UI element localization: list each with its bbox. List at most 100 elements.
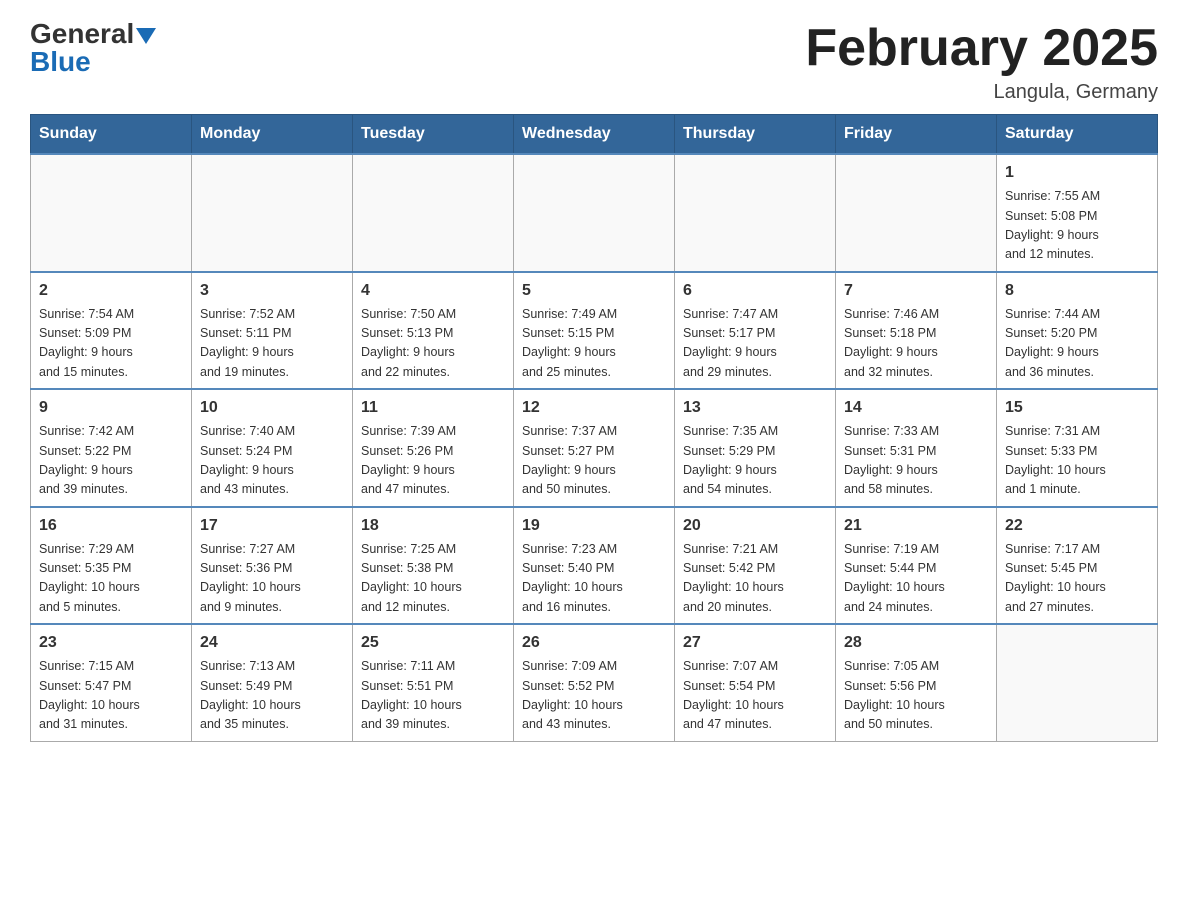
location: Langula, Germany: [805, 81, 1158, 104]
day-info: Sunrise: 7:44 AM Sunset: 5:20 PM Dayligh…: [1005, 305, 1149, 383]
calendar-cell-week5-day7: [997, 624, 1158, 741]
calendar-week-2: 2Sunrise: 7:54 AM Sunset: 5:09 PM Daylig…: [31, 272, 1158, 390]
day-number: 22: [1005, 514, 1149, 538]
day-info: Sunrise: 7:15 AM Sunset: 5:47 PM Dayligh…: [39, 657, 183, 735]
day-number: 16: [39, 514, 183, 538]
day-number: 28: [844, 631, 988, 655]
day-number: 14: [844, 396, 988, 420]
day-number: 19: [522, 514, 666, 538]
col-header-sunday: Sunday: [31, 115, 192, 155]
day-info: Sunrise: 7:40 AM Sunset: 5:24 PM Dayligh…: [200, 422, 344, 500]
calendar-cell-week1-day3: [353, 154, 514, 272]
day-info: Sunrise: 7:52 AM Sunset: 5:11 PM Dayligh…: [200, 305, 344, 383]
day-number: 25: [361, 631, 505, 655]
day-info: Sunrise: 7:54 AM Sunset: 5:09 PM Dayligh…: [39, 305, 183, 383]
logo-blue: Blue: [30, 46, 91, 77]
calendar-header-row: Sunday Monday Tuesday Wednesday Thursday…: [31, 115, 1158, 155]
calendar-cell-week5-day2: 24Sunrise: 7:13 AM Sunset: 5:49 PM Dayli…: [192, 624, 353, 741]
calendar-cell-week2-day4: 5Sunrise: 7:49 AM Sunset: 5:15 PM Daylig…: [514, 272, 675, 390]
calendar-cell-week2-day3: 4Sunrise: 7:50 AM Sunset: 5:13 PM Daylig…: [353, 272, 514, 390]
logo-triangle-icon: [136, 28, 156, 44]
day-info: Sunrise: 7:13 AM Sunset: 5:49 PM Dayligh…: [200, 657, 344, 735]
day-number: 17: [200, 514, 344, 538]
day-number: 11: [361, 396, 505, 420]
calendar-cell-week3-day2: 10Sunrise: 7:40 AM Sunset: 5:24 PM Dayli…: [192, 389, 353, 507]
day-info: Sunrise: 7:49 AM Sunset: 5:15 PM Dayligh…: [522, 305, 666, 383]
day-number: 6: [683, 279, 827, 303]
calendar-cell-week3-day7: 15Sunrise: 7:31 AM Sunset: 5:33 PM Dayli…: [997, 389, 1158, 507]
calendar-cell-week3-day1: 9Sunrise: 7:42 AM Sunset: 5:22 PM Daylig…: [31, 389, 192, 507]
day-info: Sunrise: 7:33 AM Sunset: 5:31 PM Dayligh…: [844, 422, 988, 500]
calendar-cell-week3-day4: 12Sunrise: 7:37 AM Sunset: 5:27 PM Dayli…: [514, 389, 675, 507]
day-number: 9: [39, 396, 183, 420]
calendar-cell-week4-day3: 18Sunrise: 7:25 AM Sunset: 5:38 PM Dayli…: [353, 507, 514, 625]
col-header-thursday: Thursday: [675, 115, 836, 155]
day-number: 18: [361, 514, 505, 538]
day-number: 4: [361, 279, 505, 303]
day-info: Sunrise: 7:47 AM Sunset: 5:17 PM Dayligh…: [683, 305, 827, 383]
logo-text: GeneralBlue: [30, 20, 156, 76]
day-number: 24: [200, 631, 344, 655]
day-info: Sunrise: 7:17 AM Sunset: 5:45 PM Dayligh…: [1005, 540, 1149, 618]
calendar-week-5: 23Sunrise: 7:15 AM Sunset: 5:47 PM Dayli…: [31, 624, 1158, 741]
day-number: 20: [683, 514, 827, 538]
title-section: February 2025 Langula, Germany: [805, 20, 1158, 104]
day-info: Sunrise: 7:09 AM Sunset: 5:52 PM Dayligh…: [522, 657, 666, 735]
day-info: Sunrise: 7:25 AM Sunset: 5:38 PM Dayligh…: [361, 540, 505, 618]
calendar-cell-week3-day3: 11Sunrise: 7:39 AM Sunset: 5:26 PM Dayli…: [353, 389, 514, 507]
calendar-cell-week3-day5: 13Sunrise: 7:35 AM Sunset: 5:29 PM Dayli…: [675, 389, 836, 507]
calendar-cell-week2-day7: 8Sunrise: 7:44 AM Sunset: 5:20 PM Daylig…: [997, 272, 1158, 390]
calendar-cell-week1-day1: [31, 154, 192, 272]
day-info: Sunrise: 7:46 AM Sunset: 5:18 PM Dayligh…: [844, 305, 988, 383]
col-header-friday: Friday: [836, 115, 997, 155]
calendar-cell-week4-day7: 22Sunrise: 7:17 AM Sunset: 5:45 PM Dayli…: [997, 507, 1158, 625]
day-info: Sunrise: 7:21 AM Sunset: 5:42 PM Dayligh…: [683, 540, 827, 618]
calendar-cell-week5-day4: 26Sunrise: 7:09 AM Sunset: 5:52 PM Dayli…: [514, 624, 675, 741]
logo: GeneralBlue: [30, 20, 156, 76]
calendar-cell-week5-day5: 27Sunrise: 7:07 AM Sunset: 5:54 PM Dayli…: [675, 624, 836, 741]
day-info: Sunrise: 7:11 AM Sunset: 5:51 PM Dayligh…: [361, 657, 505, 735]
page-header: GeneralBlue February 2025 Langula, Germa…: [30, 20, 1158, 104]
calendar-cell-week2-day1: 2Sunrise: 7:54 AM Sunset: 5:09 PM Daylig…: [31, 272, 192, 390]
calendar-cell-week4-day4: 19Sunrise: 7:23 AM Sunset: 5:40 PM Dayli…: [514, 507, 675, 625]
day-info: Sunrise: 7:31 AM Sunset: 5:33 PM Dayligh…: [1005, 422, 1149, 500]
day-number: 7: [844, 279, 988, 303]
calendar-cell-week1-day7: 1Sunrise: 7:55 AM Sunset: 5:08 PM Daylig…: [997, 154, 1158, 272]
day-info: Sunrise: 7:37 AM Sunset: 5:27 PM Dayligh…: [522, 422, 666, 500]
calendar-week-4: 16Sunrise: 7:29 AM Sunset: 5:35 PM Dayli…: [31, 507, 1158, 625]
calendar-cell-week3-day6: 14Sunrise: 7:33 AM Sunset: 5:31 PM Dayli…: [836, 389, 997, 507]
day-info: Sunrise: 7:19 AM Sunset: 5:44 PM Dayligh…: [844, 540, 988, 618]
day-info: Sunrise: 7:07 AM Sunset: 5:54 PM Dayligh…: [683, 657, 827, 735]
day-info: Sunrise: 7:29 AM Sunset: 5:35 PM Dayligh…: [39, 540, 183, 618]
day-info: Sunrise: 7:55 AM Sunset: 5:08 PM Dayligh…: [1005, 187, 1149, 265]
day-number: 3: [200, 279, 344, 303]
col-header-tuesday: Tuesday: [353, 115, 514, 155]
day-info: Sunrise: 7:42 AM Sunset: 5:22 PM Dayligh…: [39, 422, 183, 500]
calendar-cell-week5-day1: 23Sunrise: 7:15 AM Sunset: 5:47 PM Dayli…: [31, 624, 192, 741]
calendar-cell-week5-day6: 28Sunrise: 7:05 AM Sunset: 5:56 PM Dayli…: [836, 624, 997, 741]
calendar-cell-week2-day5: 6Sunrise: 7:47 AM Sunset: 5:17 PM Daylig…: [675, 272, 836, 390]
day-info: Sunrise: 7:35 AM Sunset: 5:29 PM Dayligh…: [683, 422, 827, 500]
col-header-wednesday: Wednesday: [514, 115, 675, 155]
day-info: Sunrise: 7:27 AM Sunset: 5:36 PM Dayligh…: [200, 540, 344, 618]
day-number: 2: [39, 279, 183, 303]
calendar-cell-week1-day2: [192, 154, 353, 272]
day-number: 26: [522, 631, 666, 655]
calendar-cell-week5-day3: 25Sunrise: 7:11 AM Sunset: 5:51 PM Dayli…: [353, 624, 514, 741]
day-number: 1: [1005, 161, 1149, 185]
calendar-cell-week1-day6: [836, 154, 997, 272]
day-number: 13: [683, 396, 827, 420]
day-number: 27: [683, 631, 827, 655]
day-number: 12: [522, 396, 666, 420]
calendar-table: Sunday Monday Tuesday Wednesday Thursday…: [30, 114, 1158, 742]
day-info: Sunrise: 7:23 AM Sunset: 5:40 PM Dayligh…: [522, 540, 666, 618]
day-info: Sunrise: 7:05 AM Sunset: 5:56 PM Dayligh…: [844, 657, 988, 735]
day-number: 23: [39, 631, 183, 655]
day-info: Sunrise: 7:50 AM Sunset: 5:13 PM Dayligh…: [361, 305, 505, 383]
calendar-cell-week4-day2: 17Sunrise: 7:27 AM Sunset: 5:36 PM Dayli…: [192, 507, 353, 625]
calendar-cell-week4-day5: 20Sunrise: 7:21 AM Sunset: 5:42 PM Dayli…: [675, 507, 836, 625]
day-number: 10: [200, 396, 344, 420]
calendar-cell-week2-day2: 3Sunrise: 7:52 AM Sunset: 5:11 PM Daylig…: [192, 272, 353, 390]
month-title: February 2025: [805, 20, 1158, 77]
calendar-cell-week2-day6: 7Sunrise: 7:46 AM Sunset: 5:18 PM Daylig…: [836, 272, 997, 390]
